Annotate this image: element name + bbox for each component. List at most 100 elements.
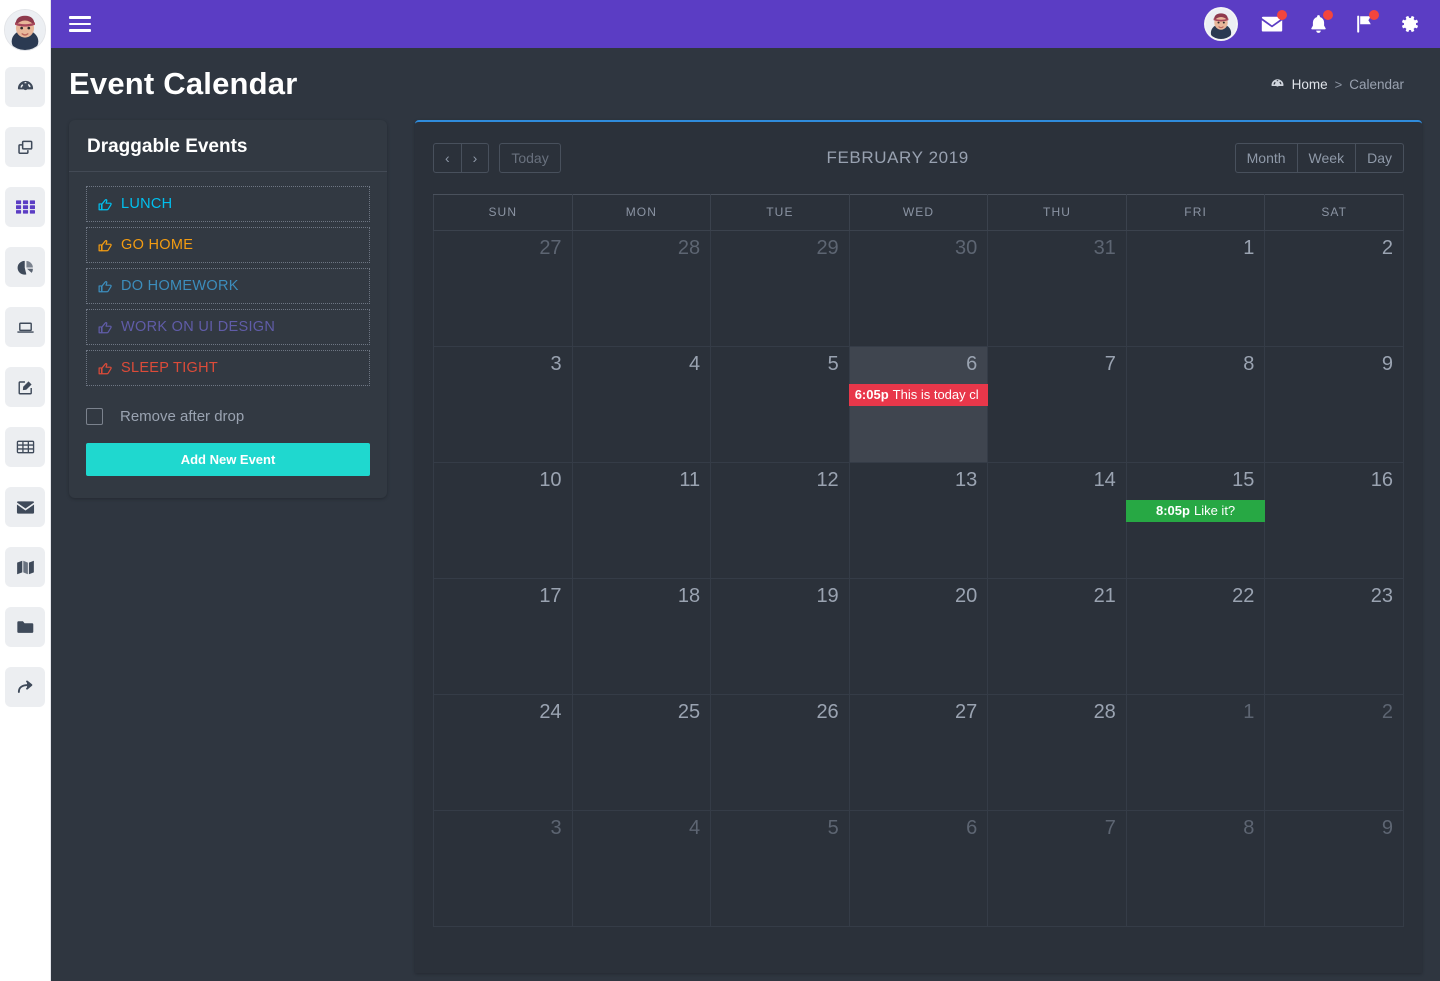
calendar-day-cell[interactable]: 6 [848, 810, 989, 927]
calendar-day-number: 30 [955, 237, 978, 259]
calendar-day-number: 2 [1381, 237, 1393, 259]
calendar-day-number: 24 [539, 701, 562, 723]
calendar-day-cell[interactable]: 5 [710, 346, 850, 463]
calendar-day-cell[interactable]: 14 [987, 462, 1127, 579]
share-icon [16, 679, 35, 695]
draggable-event-item[interactable]: WORK ON UI DESIGN [86, 309, 370, 345]
calendar-day-cell[interactable]: 11 [571, 462, 712, 579]
calendar-day-number: 11 [679, 469, 701, 491]
draggable-event-item[interactable]: GO HOME [86, 227, 370, 263]
draggable-event-item[interactable]: DO HOMEWORK [86, 268, 370, 304]
notifications-badge [1323, 10, 1333, 20]
dashboard-icon [16, 78, 35, 97]
calendar-day-number: 5 [827, 817, 839, 839]
calendar-view-week-button[interactable]: Week [1297, 143, 1357, 173]
calendar-day-cell[interactable]: 28 [571, 230, 712, 347]
calendar-day-cell[interactable]: 2 [1264, 694, 1404, 811]
calendar-day-cell[interactable]: 4 [571, 346, 712, 463]
calendar-table: SUN MON TUE WED THU FRI SAT 27 28 29 30 31 1 2 3 4 5 6 6:… [433, 194, 1404, 927]
calendar-day-number: 20 [955, 585, 978, 607]
calendar-day-number: 22 [1232, 585, 1255, 607]
calendar-day-cell[interactable]: 5 [710, 810, 850, 927]
calendar-day-cell[interactable]: 25 [571, 694, 712, 811]
calendar-day-cell[interactable]: 20 [848, 578, 989, 695]
settings-icon[interactable] [1398, 12, 1422, 36]
calendar-day-cell[interactable]: 27 [848, 694, 989, 811]
calendar-event[interactable]: 8:05p Like it? [1125, 500, 1266, 523]
sidebar-item-tables[interactable] [5, 427, 45, 467]
calendar-day-cell[interactable]: 7 [987, 810, 1127, 927]
sidebar-item-charts[interactable] [5, 247, 45, 287]
calendar-day-number: 8 [1243, 353, 1255, 375]
add-new-event-button[interactable]: Add New Event [86, 443, 370, 476]
calendar-day-cell[interactable]: 1 [1125, 230, 1266, 347]
calendar-day-cell[interactable]: 8 [1125, 810, 1266, 927]
draggable-event-item[interactable]: LUNCH [86, 186, 370, 222]
sidebar-item-widgets[interactable] [5, 187, 45, 227]
calendar-day-cell[interactable]: 9 [1264, 810, 1404, 927]
sidebar-item-dashboard[interactable] [5, 67, 45, 107]
calendar-day-cell[interactable]: 19 [710, 578, 850, 695]
calendar-day-number: 25 [677, 701, 701, 723]
calendar-day-cell[interactable]: 22 [1125, 578, 1266, 695]
laptop-icon [16, 318, 35, 337]
calendar-day-cell[interactable]: 6 6:05p This is today cl [848, 346, 989, 463]
remove-after-drop-row[interactable]: Remove after drop [69, 391, 387, 425]
sidebar-avatar[interactable] [4, 9, 46, 51]
calendar-event-time: 8:05p [1156, 503, 1190, 518]
calendar-day-cell[interactable]: 26 [710, 694, 850, 811]
calendar-day-cell[interactable]: 24 [433, 694, 573, 811]
calendar-title: FEBRUARY 2019 [826, 148, 969, 167]
calendar-prev-button[interactable]: ‹ [433, 143, 462, 173]
calendar-view-day-button[interactable]: Day [1356, 143, 1404, 173]
calendar-day-cell[interactable]: 13 [848, 462, 989, 579]
sidebar-item-maps[interactable] [5, 547, 45, 587]
calendar-day-cell[interactable]: 10 [433, 462, 573, 579]
calendar-day-number: 17 [539, 585, 562, 607]
sidebar-item-ui-elements[interactable] [5, 307, 45, 347]
breadcrumb-home-link[interactable]: Home [1292, 77, 1328, 92]
calendar-event-title: This is today cl [892, 387, 979, 402]
calendar-day-cell[interactable]: 17 [433, 578, 573, 695]
calendar-day-cell[interactable]: 3 [433, 346, 573, 463]
calendar-day-cell[interactable]: 1 [1125, 694, 1266, 811]
calendar-day-cell[interactable]: 2 [1264, 230, 1404, 347]
calendar-view-switcher: Month Week Day [1234, 143, 1404, 173]
calendar-day-cell[interactable]: 12 [710, 462, 850, 579]
flag-icon[interactable] [1352, 10, 1379, 36]
calendar-day-cell[interactable]: 8 [1125, 346, 1266, 463]
calendar-day-cell[interactable]: 28 [987, 694, 1127, 811]
messages-icon[interactable] [1260, 10, 1287, 36]
calendar-day-cell[interactable]: 27 [433, 230, 573, 347]
sidebar-item-pages[interactable] [5, 607, 45, 647]
draggable-event-label: GO HOME [121, 237, 194, 253]
user-avatar[interactable] [1204, 7, 1238, 41]
draggable-event-item[interactable]: SLEEP TIGHT [86, 350, 370, 386]
sidebar-item-extras[interactable] [5, 667, 45, 707]
calendar-day-cell[interactable]: 31 [987, 230, 1127, 347]
calendar-day-cell[interactable]: 23 [1264, 578, 1404, 695]
calendar-day-cell[interactable]: 30 [848, 230, 989, 347]
remove-after-drop-checkbox[interactable] [86, 408, 103, 425]
calendar-day-number: 31 [1093, 237, 1116, 259]
calendar-day-cell[interactable]: 16 [1264, 462, 1404, 579]
calendar-today-button[interactable]: Today [499, 143, 561, 173]
calendar-next-button[interactable]: › [461, 143, 490, 173]
calendar-day-cell[interactable]: 18 [571, 578, 712, 695]
calendar-body: 27 28 29 30 31 1 2 3 4 5 6 6:05p This is today cl 7 8 9… [433, 230, 1404, 927]
calendar-day-cell[interactable]: 21 [987, 578, 1127, 695]
sidebar-item-forms[interactable] [5, 367, 45, 407]
calendar-day-cell[interactable]: 3 [433, 810, 573, 927]
calendar-day-cell[interactable]: 29 [710, 230, 850, 347]
calendar-day-cell[interactable]: 9 [1264, 346, 1404, 463]
calendar-day-cell[interactable]: 7 [987, 346, 1127, 463]
calendar-event[interactable]: 6:05p This is today cl [848, 384, 989, 407]
notifications-icon[interactable] [1306, 10, 1333, 36]
topbar-actions [1204, 7, 1422, 41]
calendar-day-cell[interactable]: 4 [571, 810, 712, 927]
calendar-view-month-button[interactable]: Month [1234, 143, 1298, 173]
sidebar-item-mailbox[interactable] [5, 487, 45, 527]
sidebar-item-layouts[interactable] [5, 127, 45, 167]
calendar-day-cell[interactable]: 15 8:05p Like it? [1125, 462, 1266, 579]
menu-toggle-icon[interactable] [69, 13, 95, 35]
